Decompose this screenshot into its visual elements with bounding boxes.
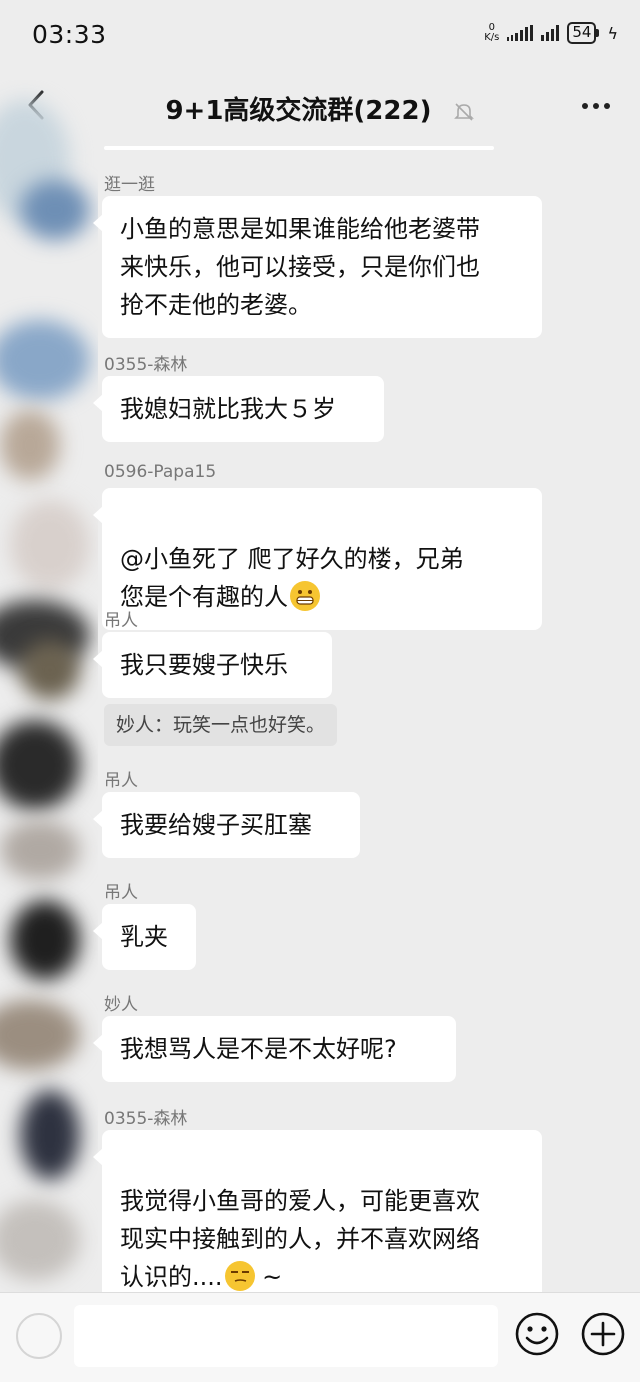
message-bubble[interactable]: 我要给嫂子买肛塞 <box>93 792 360 858</box>
message-bubble[interactable]: 我只要嫂子快乐 <box>93 632 332 698</box>
message-input[interactable] <box>74 1305 498 1367</box>
message-bubble[interactable]: 我媳妇就比我大５岁 <box>93 376 384 442</box>
grinning-face-icon <box>290 581 320 611</box>
message-sender: 逛一逛 <box>104 175 155 195</box>
quoted-message[interactable]: 妙人：玩笑一点也好笑。 <box>104 704 338 746</box>
emoji-icon[interactable] <box>514 1311 560 1357</box>
message-sender: 妙人 <box>104 995 138 1015</box>
message-sender: 0355-森林 <box>104 1109 188 1129</box>
message-sender: 0596-Papa15 <box>104 462 217 482</box>
message-list: 逛一逛 小鱼的意思是如果谁能给他老婆带 来快乐，他可以接受，只是你们也 抢不走他… <box>0 0 640 1310</box>
message-bubble[interactable]: 我觉得小鱼哥的爱人，可能更喜欢 现实中接触到的人，并不喜欢网络 认识的.... … <box>93 1130 542 1310</box>
message-sender: 吊人 <box>104 611 138 631</box>
message-bubble[interactable]: 小鱼的意思是如果谁能给他老婆带 来快乐，他可以接受，只是你们也 抢不走他的老婆。 <box>93 196 542 338</box>
message-bubble[interactable]: 乳夹 <box>93 904 196 970</box>
message-bubble[interactable]: @小鱼死了 爬了好久的楼，兄弟 您是个有趣的人 <box>93 488 542 630</box>
message-text: 我觉得小鱼哥的爱人，可能更喜欢 现实中接触到的人，并不喜欢网络 认识的.... <box>120 1187 480 1291</box>
message-sender: 吊人 <box>104 883 138 903</box>
voice-icon[interactable] <box>16 1313 62 1359</box>
message-sender: 0355-森林 <box>104 355 188 375</box>
input-bar <box>0 1292 640 1382</box>
smirk-face-icon <box>224 1261 255 1291</box>
message-suffix: ~ <box>254 1263 283 1291</box>
message-sender: 吊人 <box>104 771 138 791</box>
message-bubble[interactable]: 我想骂人是不是不太好呢? <box>93 1016 456 1082</box>
plus-icon[interactable] <box>580 1311 626 1357</box>
